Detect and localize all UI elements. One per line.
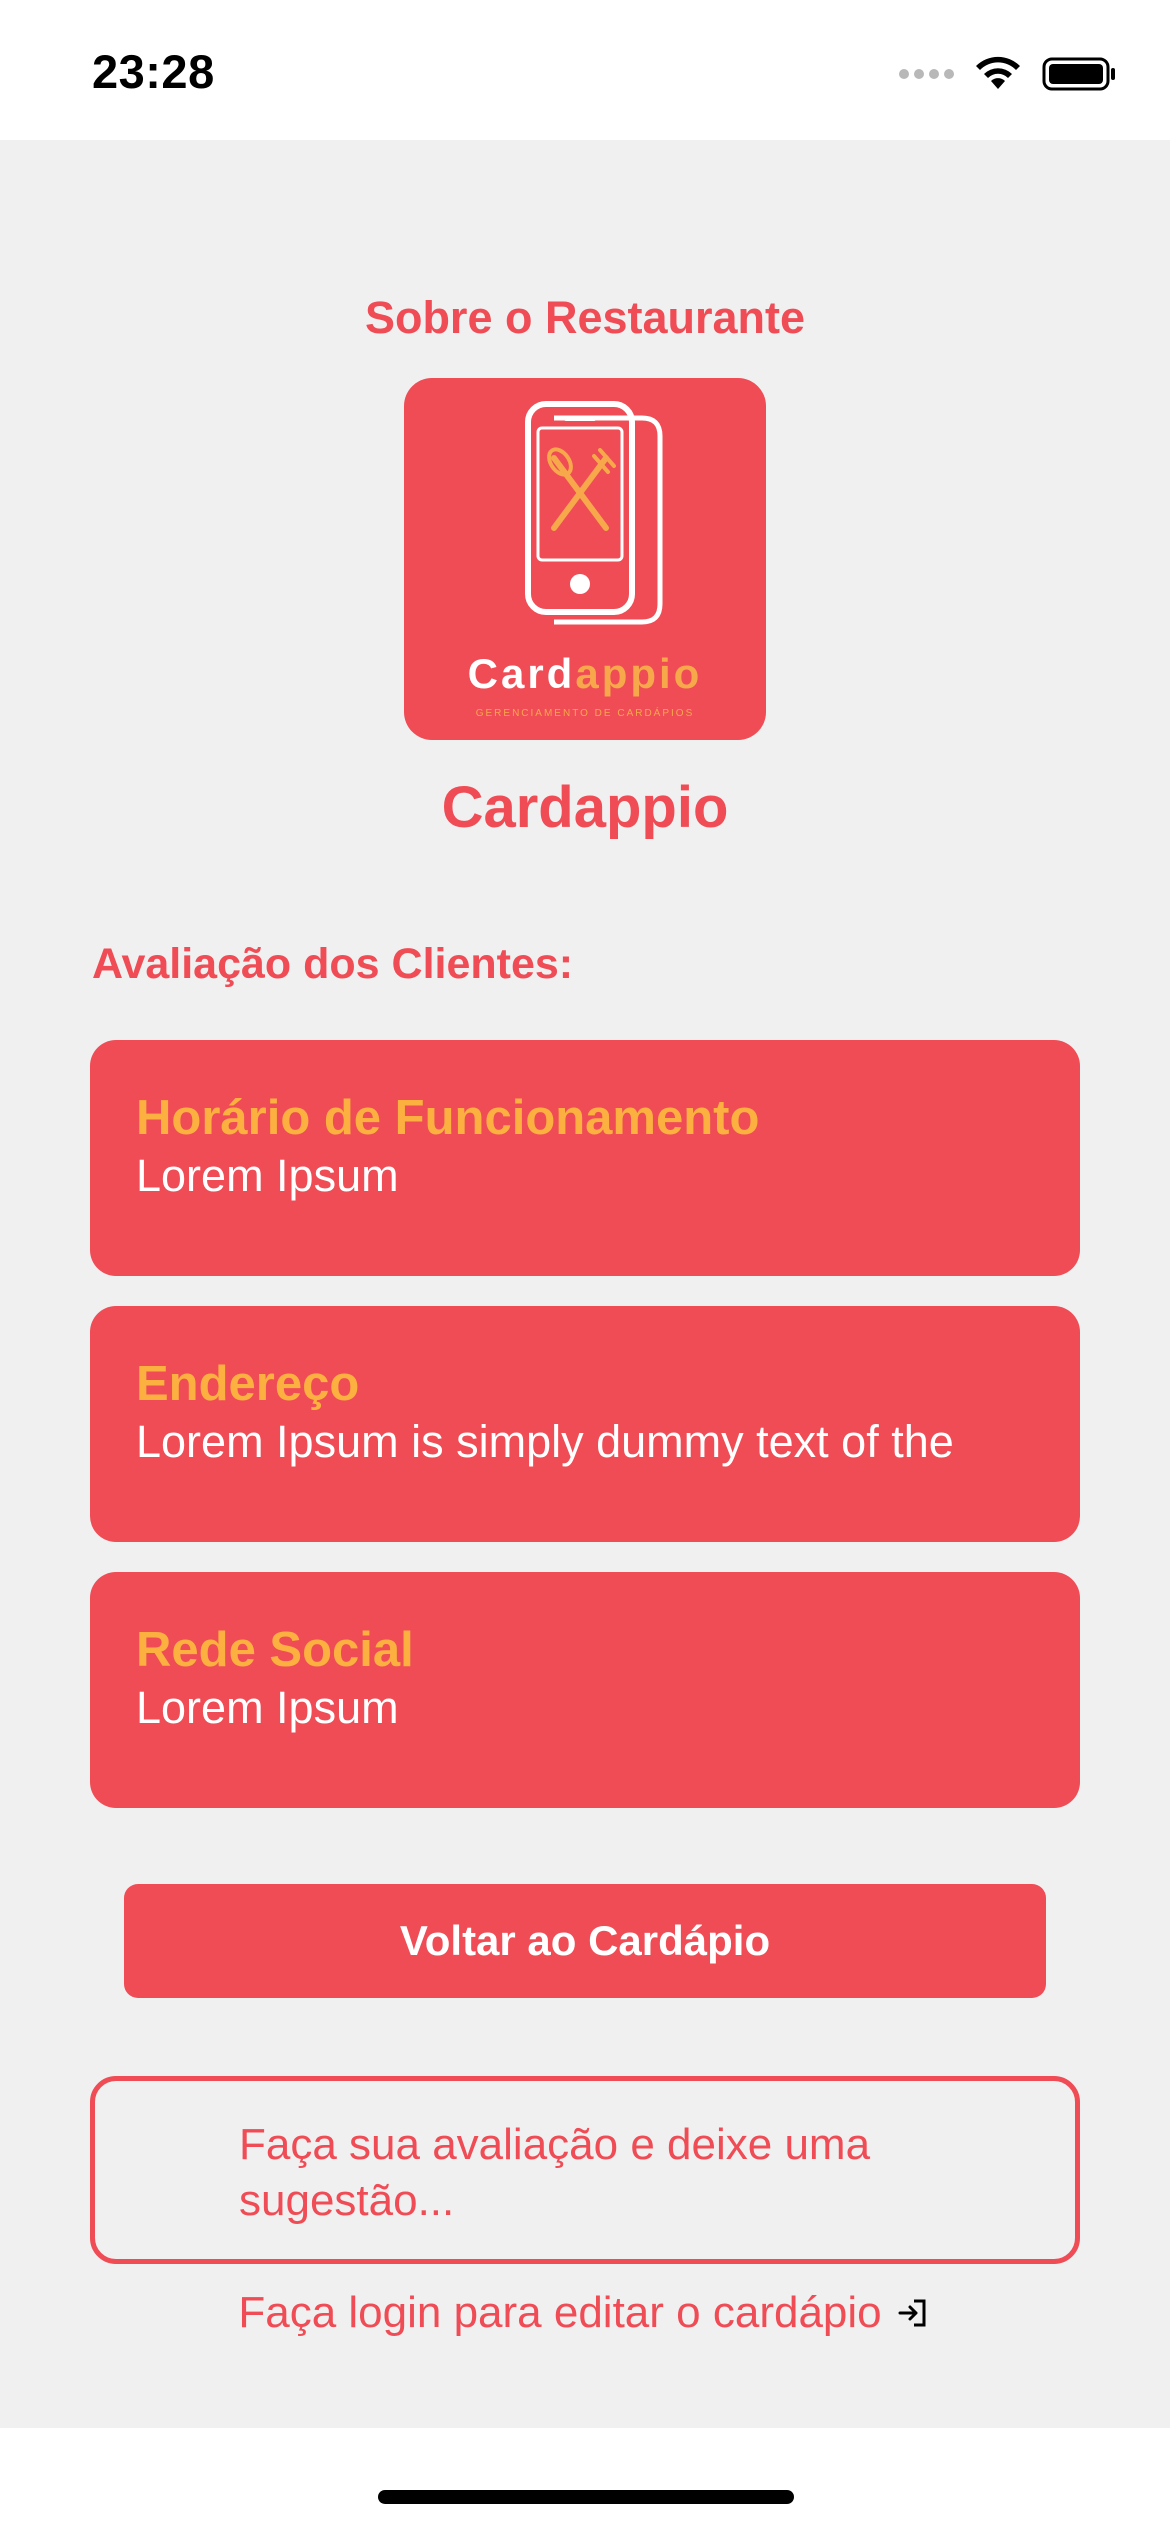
page-title: Sobre o Restaurante <box>364 292 806 343</box>
card-title: Rede Social <box>136 1623 414 1677</box>
restaurant-name: Cardappio <box>441 775 729 840</box>
social-card: Rede Social Lorem Ipsum <box>90 1572 1080 1808</box>
card-title: Endereço <box>136 1357 360 1411</box>
feedback-placeholder: Faça sua avaliação e deixe uma sugestão.… <box>239 2120 871 2225</box>
card-text: Lorem Ipsum is simply dummy text of the <box>136 1416 954 1467</box>
card-text: Lorem Ipsum <box>136 1682 399 1733</box>
status-time: 23:28 <box>92 45 215 98</box>
home-indicator-area <box>0 2428 1170 2532</box>
status-bar: 23:28 <box>0 0 1170 140</box>
status-indicators <box>899 54 1118 94</box>
wifi-icon <box>976 56 1020 89</box>
reviews-label: Avaliação dos Clientes: <box>92 940 574 988</box>
login-label: Faça login para editar o cardápio <box>238 2288 882 2337</box>
back-to-menu-button[interactable]: Voltar ao Cardápio <box>124 1884 1046 1998</box>
battery-icon <box>1042 57 1115 91</box>
address-card: Endereço Lorem Ipsum is simply dummy tex… <box>90 1306 1080 1542</box>
home-indicator[interactable] <box>378 2490 794 2504</box>
hours-card: Horário de Funcionamento Lorem Ipsum <box>90 1040 1080 1276</box>
logo-wordmark: Cardappio <box>467 650 703 697</box>
login-icon <box>898 2299 926 2327</box>
logo-subtitle: GERENCIAMENTO DE CARDÁPIOS <box>475 708 695 719</box>
feedback-input[interactable]: Faça sua avaliação e deixe uma sugestão.… <box>90 2076 1080 2264</box>
card-text: Lorem Ipsum <box>136 1150 399 1201</box>
restaurant-logo: Cardappio GERENCIAMENTO DE CARDÁPIOS <box>404 378 766 740</box>
card-title: Horário de Funcionamento <box>136 1091 760 1145</box>
login-link[interactable]: Faça login para editar o cardápio <box>0 2288 1170 2338</box>
cellular-signal-icon <box>899 69 954 79</box>
